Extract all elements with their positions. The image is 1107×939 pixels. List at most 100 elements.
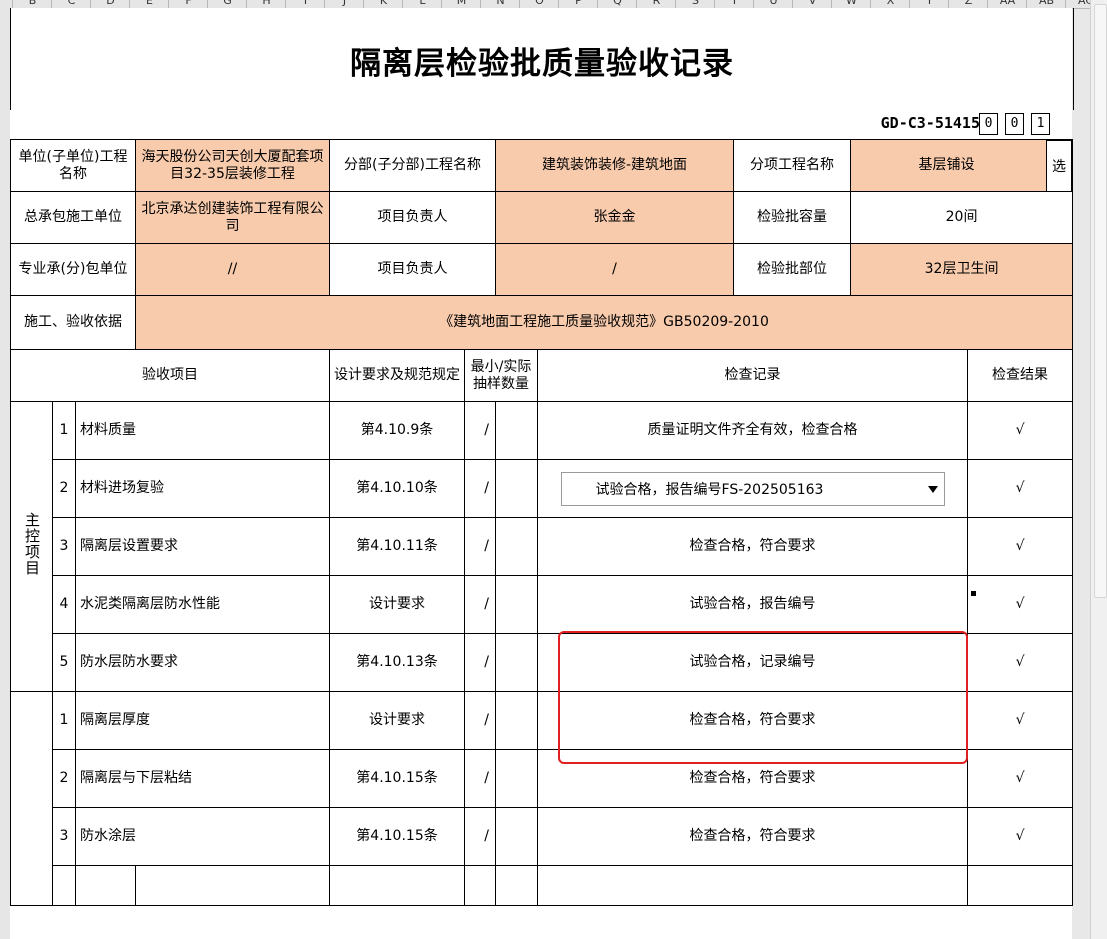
column-header-Y[interactable]: Y bbox=[909, 0, 949, 8]
item-sample[interactable]: / bbox=[464, 459, 497, 518]
item-result[interactable]: √ bbox=[967, 807, 1074, 866]
item-sample[interactable]: / bbox=[464, 691, 497, 750]
item-sample[interactable]: / bbox=[464, 401, 497, 460]
sub-value[interactable]: // bbox=[135, 243, 331, 296]
select-button[interactable]: 选 bbox=[1046, 140, 1072, 191]
item-record[interactable]: 检查合格，符合要求 bbox=[537, 691, 969, 750]
column-header-N[interactable]: N bbox=[480, 0, 520, 8]
column-header-V[interactable]: V bbox=[792, 0, 832, 8]
main-item-row: 5 防水层防水要求 第4.10.13条 / 试验合格，记录编号 √ bbox=[11, 633, 1074, 692]
column-header-K[interactable]: K bbox=[363, 0, 403, 8]
contractor-value[interactable]: 北京承达创建装饰工程有限公司 bbox=[135, 191, 331, 244]
item-record[interactable]: 检查合格，符合要求 bbox=[537, 749, 969, 808]
record-dropdown[interactable]: 试验合格，报告编号FS-202505163 bbox=[560, 471, 945, 506]
column-header-P[interactable]: P bbox=[558, 0, 598, 8]
item-sample-actual[interactable] bbox=[495, 401, 539, 460]
column-header-AA[interactable]: AA bbox=[987, 0, 1027, 8]
item-sample[interactable]: / bbox=[464, 749, 497, 808]
column-header-G[interactable]: G bbox=[207, 0, 247, 8]
pm2-label: 项目负责人 bbox=[329, 243, 497, 296]
pm-value[interactable]: 张金金 bbox=[495, 191, 735, 244]
code-digit-2[interactable]: 0 bbox=[1005, 113, 1024, 135]
main-item-row: 4 水泥类隔离层防水性能 设计要求 / 试验合格，报告编号 √ bbox=[11, 575, 1074, 634]
column-header-M[interactable]: M bbox=[441, 0, 481, 8]
row-basis: 施工、验收依据 《建筑地面工程施工质量验收规范》GB50209-2010 bbox=[9, 295, 1074, 350]
column-header-U[interactable]: U bbox=[753, 0, 793, 8]
item-record[interactable]: 质量证明文件齐全有效，检查合格 bbox=[537, 401, 969, 460]
scrollbar-thumb[interactable] bbox=[1094, 4, 1107, 598]
partial-record[interactable] bbox=[537, 865, 969, 906]
partial-sample-actual[interactable] bbox=[495, 865, 539, 906]
col-item-header: 验收项目 bbox=[9, 349, 331, 402]
col-design-header: 设计要求及规范规定 bbox=[329, 349, 466, 402]
column-header-F[interactable]: F bbox=[168, 0, 208, 8]
item-record[interactable]: 检查合格，符合要求 bbox=[537, 807, 969, 866]
item-sample[interactable]: / bbox=[464, 633, 497, 692]
code-digit-3[interactable]: 1 bbox=[1031, 113, 1050, 135]
capacity-value[interactable]: 20间 bbox=[850, 191, 1074, 244]
division-value[interactable]: 建筑装饰装修-建筑地面 bbox=[495, 139, 735, 192]
row-contractor: 总承包施工单位 北京承达创建装饰工程有限公司 项目负责人 张金金 检验批容量 2… bbox=[9, 191, 1074, 244]
column-header-AB[interactable]: AB bbox=[1026, 0, 1066, 8]
column-header-L[interactable]: L bbox=[402, 0, 442, 8]
code-digit-1[interactable]: 0 bbox=[979, 113, 998, 135]
subitem-value-cell[interactable]: 基层铺设 选 bbox=[850, 139, 1074, 192]
column-header-R[interactable]: R bbox=[636, 0, 676, 8]
item-sample-actual[interactable] bbox=[495, 807, 539, 866]
column-header-E[interactable]: E bbox=[129, 0, 169, 8]
column-header-J[interactable]: J bbox=[324, 0, 364, 8]
unit-value[interactable]: 海天股份公司天创大厦配套项目32-35层装修工程 bbox=[135, 139, 331, 192]
column-header-T[interactable]: T bbox=[714, 0, 754, 8]
item-result[interactable]: √ bbox=[967, 401, 1074, 460]
item-sample-actual[interactable] bbox=[495, 633, 539, 692]
item-sample-actual[interactable] bbox=[495, 749, 539, 808]
location-value[interactable]: 32层卫生间 bbox=[850, 243, 1074, 296]
worksheet[interactable]: 隔离层检验批质量验收记录 GD-C3-51415 0 0 1 单位(子单位)工程… bbox=[9, 8, 1074, 939]
location-label: 检验批部位 bbox=[733, 243, 852, 296]
dropdown-arrow-icon[interactable] bbox=[927, 485, 938, 493]
partial-sample[interactable] bbox=[464, 865, 497, 906]
column-header-Q[interactable]: Q bbox=[597, 0, 637, 8]
column-header-C[interactable]: C bbox=[51, 0, 91, 8]
item-result[interactable]: √ bbox=[967, 575, 1074, 634]
pm2-value[interactable]: / bbox=[495, 243, 735, 296]
item-record-cell[interactable]: 试验合格，报告编号FS-202505163 bbox=[537, 459, 969, 518]
column-header-D[interactable]: D bbox=[90, 0, 130, 8]
item-sample-actual[interactable] bbox=[495, 459, 539, 518]
form-title: 隔离层检验批质量验收记录 bbox=[350, 46, 734, 82]
column-header-X[interactable]: X bbox=[870, 0, 910, 8]
item-result[interactable]: √ bbox=[967, 749, 1074, 808]
item-result[interactable]: √ bbox=[967, 459, 1074, 518]
column-header-AC[interactable]: AC bbox=[1065, 0, 1090, 8]
column-header-I[interactable]: I bbox=[285, 0, 325, 8]
selection-fill-handle[interactable] bbox=[970, 590, 977, 597]
capacity-label: 检验批容量 bbox=[733, 191, 852, 244]
item-result[interactable]: √ bbox=[967, 691, 1074, 750]
item-record[interactable]: 试验合格，报告编号 bbox=[537, 575, 969, 634]
item-spec: 设计要求 bbox=[329, 575, 466, 634]
column-header-Z[interactable]: Z bbox=[948, 0, 988, 8]
item-record[interactable]: 检查合格，符合要求 bbox=[537, 517, 969, 576]
item-name: 隔离层厚度 bbox=[74, 691, 331, 750]
item-sample[interactable]: / bbox=[464, 517, 497, 576]
item-sample-actual[interactable] bbox=[495, 691, 539, 750]
item-sample[interactable]: / bbox=[464, 807, 497, 866]
item-record[interactable]: 试验合格，记录编号 bbox=[537, 633, 969, 692]
item-no: 2 bbox=[52, 459, 76, 518]
column-header-S[interactable]: S bbox=[675, 0, 715, 8]
column-header-B[interactable]: B bbox=[12, 0, 52, 8]
item-name: 隔离层设置要求 bbox=[74, 517, 331, 576]
basis-value[interactable]: 《建筑地面工程施工质量验收规范》GB50209-2010 bbox=[135, 295, 1074, 350]
item-sample-actual[interactable] bbox=[495, 517, 539, 576]
item-sample-actual[interactable] bbox=[495, 575, 539, 634]
partial-result[interactable] bbox=[967, 865, 1074, 906]
item-result[interactable]: √ bbox=[967, 633, 1074, 692]
pm-label: 项目负责人 bbox=[329, 191, 497, 244]
column-header-W[interactable]: W bbox=[831, 0, 871, 8]
item-result[interactable]: √ bbox=[967, 517, 1074, 576]
partial-row bbox=[11, 865, 1074, 906]
column-header-O[interactable]: O bbox=[519, 0, 559, 8]
item-sample[interactable]: / bbox=[464, 575, 497, 634]
column-header-H[interactable]: H bbox=[246, 0, 286, 8]
vertical-scrollbar[interactable] bbox=[1090, 0, 1107, 939]
